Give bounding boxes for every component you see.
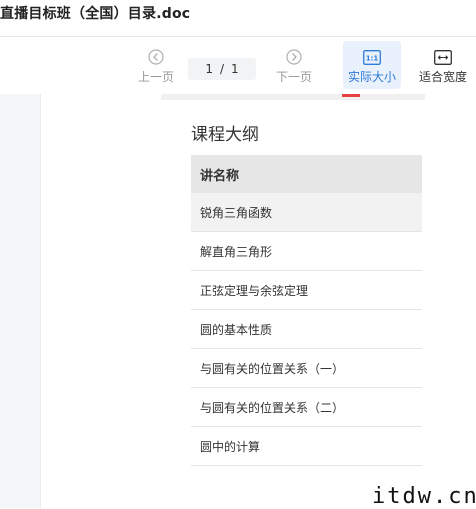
table-row: 正弦定理与余弦定理	[191, 270, 422, 310]
table-row: 锐角三角函数	[191, 193, 422, 232]
previous-page-button[interactable]: 上一页	[134, 37, 178, 87]
page-separator: /	[219, 62, 225, 76]
previous-page-label: 上一页	[137, 70, 174, 84]
table-header-cell: 讲名称	[191, 155, 422, 193]
next-page-label: 下一页	[275, 70, 312, 84]
fit-width-label: 适合宽度	[418, 70, 467, 84]
current-page: 1	[205, 62, 213, 76]
course-table: 讲名称 锐角三角函数 解直角三角形 正弦定理与余弦定理 圆的基本性质 与圆有关的…	[191, 155, 422, 466]
table-row: 与圆有关的位置关系（一）	[191, 348, 422, 388]
table-row: 解直角三角形	[191, 231, 422, 271]
lesson-name: 圆的基本性质	[191, 309, 422, 349]
lesson-name: 锐角三角函数	[191, 193, 422, 232]
thumbnail-sidebar	[0, 94, 41, 508]
page-top-divider	[161, 94, 425, 100]
actual-size-icon-text: 1:1	[366, 54, 379, 62]
chevron-right-circle-icon	[286, 49, 302, 65]
lesson-name: 与圆有关的位置关系（二）	[191, 387, 422, 427]
title-bar: 直播目标班（全国）目录.doc	[0, 0, 476, 37]
page-indicator[interactable]: 1 / 1	[188, 58, 256, 80]
viewer-toolbar: 上一页 1 / 1 下一页 1:1 实际大小 适合宽度	[0, 37, 476, 93]
total-pages: 1	[231, 62, 239, 76]
table-header-row: 讲名称	[191, 155, 422, 193]
lesson-name: 正弦定理与余弦定理	[191, 270, 422, 310]
watermark: itdw.cn	[372, 484, 476, 509]
syllabus-heading: 课程大纲	[191, 125, 259, 145]
lesson-name: 解直角三角形	[191, 231, 422, 271]
chevron-left-circle-icon	[148, 49, 164, 65]
lesson-name: 圆中的计算	[191, 426, 422, 466]
red-marker	[342, 94, 360, 97]
table-row: 圆的基本性质	[191, 309, 422, 349]
document-title: 直播目标班（全国）目录.doc	[0, 6, 191, 22]
actual-size-button[interactable]: 1:1 实际大小	[343, 41, 401, 89]
one-to-one-icon: 1:1	[363, 49, 381, 65]
document-page: 课程大纲 讲名称 锐角三角函数 解直角三角形 正弦定理与余弦定理 圆的基本性质 …	[161, 94, 425, 474]
lesson-name: 与圆有关的位置关系（一）	[191, 348, 422, 388]
fit-width-icon	[434, 49, 452, 65]
table-row: 圆中的计算	[191, 426, 422, 466]
table-row: 与圆有关的位置关系（二）	[191, 387, 422, 427]
fit-width-button[interactable]: 适合宽度	[414, 37, 472, 87]
actual-size-label: 实际大小	[347, 70, 396, 84]
next-page-button[interactable]: 下一页	[272, 37, 316, 87]
